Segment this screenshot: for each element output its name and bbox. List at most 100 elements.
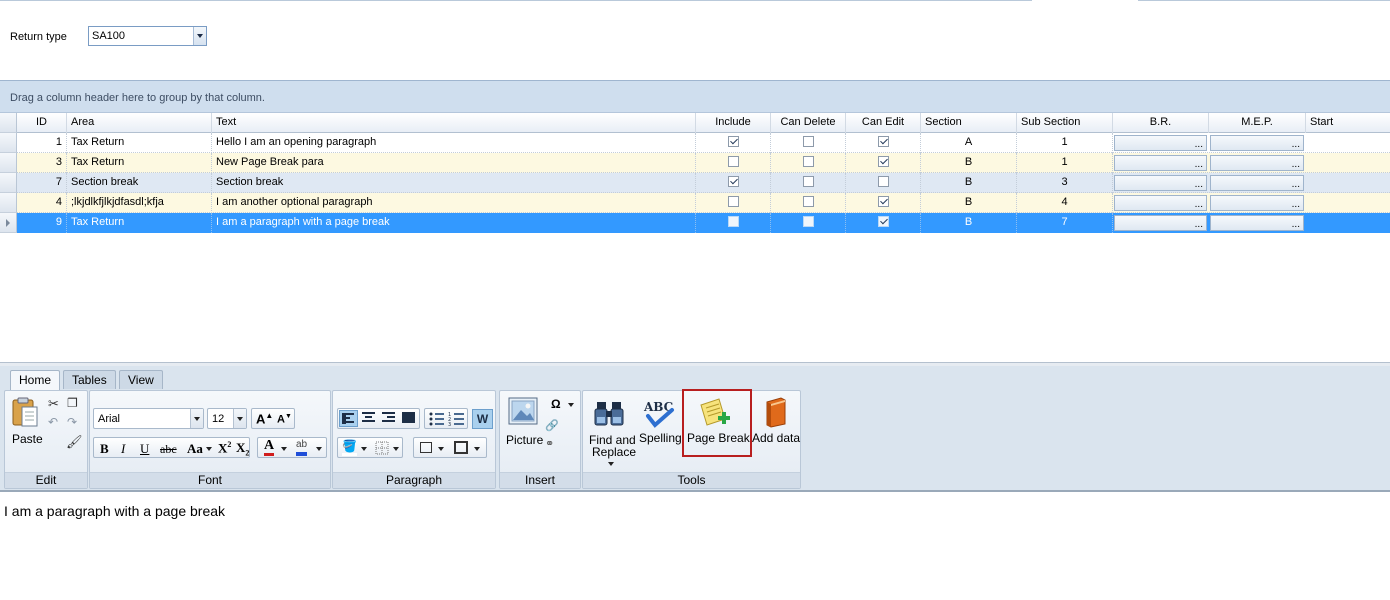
mep-ellipsis-button[interactable]: ... (1210, 195, 1304, 211)
font-size-combobox[interactable]: 12 (207, 408, 247, 429)
show-formatting-icon[interactable]: W (472, 409, 493, 429)
chevron-down-icon[interactable] (316, 447, 322, 451)
chevron-down-icon[interactable] (193, 27, 206, 45)
copy-icon[interactable]: ❐ (67, 396, 78, 410)
paste-button[interactable]: Paste (10, 396, 43, 446)
mep-ellipsis-button[interactable]: ... (1210, 155, 1304, 171)
underline-button[interactable]: U (140, 441, 149, 457)
include-checkbox[interactable] (727, 195, 739, 207)
subscript-icon[interactable]: X2 (236, 440, 249, 458)
column-header-text[interactable]: Text (212, 113, 696, 133)
can-delete-checkbox[interactable] (802, 135, 814, 147)
column-header-can-edit[interactable]: Can Edit (846, 113, 921, 133)
table-row[interactable]: 3 Tax Return New Page Break para B 1 ...… (0, 153, 1390, 173)
can-edit-checkbox[interactable] (877, 175, 889, 187)
br-ellipsis-button[interactable]: ... (1114, 175, 1207, 191)
group-by-panel[interactable]: Drag a column header here to group by th… (0, 80, 1390, 113)
redo-icon[interactable]: ↷ (67, 415, 77, 429)
hyperlink-icon[interactable]: 🔗 (545, 419, 559, 432)
column-header-sub-section[interactable]: Sub Section (1017, 113, 1113, 133)
spelling-button[interactable]: ABC Spelling (637, 396, 682, 451)
align-center-icon[interactable] (360, 410, 379, 427)
chevron-down-icon[interactable] (233, 409, 246, 428)
can-delete-checkbox[interactable] (802, 215, 814, 227)
cut-icon[interactable]: ✂ (48, 396, 59, 412)
mep-ellipsis-button[interactable]: ... (1210, 215, 1304, 231)
cell-section[interactable]: B (921, 193, 1017, 213)
row-indicator[interactable] (0, 133, 17, 153)
find-and-replace-button[interactable]: Find and Replace (586, 396, 636, 474)
borders-icon[interactable] (375, 441, 389, 458)
can-delete-checkbox[interactable] (802, 155, 814, 167)
cell-text[interactable]: I am a paragraph with a page break (212, 213, 696, 233)
include-checkbox[interactable] (727, 215, 739, 227)
chevron-down-icon[interactable] (474, 447, 480, 451)
cell-section[interactable]: A (921, 133, 1017, 153)
chevron-down-icon[interactable] (393, 447, 399, 451)
cell-area[interactable]: Tax Return (67, 213, 212, 233)
font-color-icon[interactable]: A (264, 438, 275, 456)
chevron-down-icon[interactable] (438, 447, 444, 451)
strikethrough-button[interactable]: abc (160, 442, 177, 457)
br-ellipsis-button[interactable]: ... (1114, 195, 1207, 211)
cell-section[interactable]: B (921, 213, 1017, 233)
symbol-icon[interactable]: Ω (551, 397, 561, 411)
table-row[interactable]: 1 Tax Return Hello I am an opening parag… (0, 133, 1390, 153)
table-row[interactable]: 7 Section break Section break B 3 ... ..… (0, 173, 1390, 193)
shrink-font-icon[interactable]: A▼ (277, 413, 292, 426)
mep-ellipsis-button[interactable]: ... (1210, 135, 1304, 151)
align-justify-icon[interactable] (400, 410, 419, 427)
cell-text[interactable]: I am another optional paragraph (212, 193, 696, 213)
row-indicator[interactable] (0, 153, 17, 173)
rich-text-editor[interactable]: I am a paragraph with a page break (0, 493, 1390, 600)
row-indicator[interactable] (0, 173, 17, 193)
mep-ellipsis-button[interactable]: ... (1210, 175, 1304, 191)
format-painter-icon[interactable]: 🖌 (66, 434, 83, 450)
superscript-icon[interactable]: X2 (218, 440, 231, 456)
shading-icon[interactable]: 🪣 (342, 439, 357, 456)
column-header-include[interactable]: Include (696, 113, 771, 133)
column-header-area[interactable]: Area (67, 113, 212, 133)
cell-section[interactable]: B (921, 153, 1017, 173)
bullet-list-icon[interactable] (428, 410, 445, 430)
cell-id[interactable]: 4 (17, 193, 67, 213)
grow-font-icon[interactable]: A▲ (256, 411, 273, 426)
can-delete-checkbox[interactable] (802, 195, 814, 207)
return-type-combobox[interactable]: SA100 (88, 26, 207, 46)
picture-button[interactable]: Picture (504, 396, 543, 451)
can-edit-checkbox[interactable] (877, 215, 889, 227)
cell-id[interactable]: 1 (17, 133, 67, 153)
table-row[interactable]: 4 ;lkjdlkfjlkjdfasdl;kfja I am another o… (0, 193, 1390, 213)
tab-tables[interactable]: Tables (63, 370, 116, 389)
editor-content[interactable]: I am a paragraph with a page break (4, 503, 225, 519)
change-case-button[interactable]: Aa (187, 441, 203, 457)
add-data-button[interactable]: Add data (751, 396, 800, 451)
cell-start[interactable] (1306, 133, 1390, 153)
highlight-color-icon[interactable]: ab (296, 438, 308, 456)
row-indicator-current[interactable] (0, 213, 17, 233)
frame-icon[interactable] (420, 442, 432, 453)
cell-text[interactable]: New Page Break para (212, 153, 696, 173)
cell-sub-section[interactable]: 1 (1017, 153, 1113, 173)
column-header-section[interactable]: Section (921, 113, 1017, 133)
align-right-icon[interactable] (380, 410, 399, 427)
can-edit-checkbox[interactable] (877, 135, 889, 147)
align-left-icon[interactable] (339, 410, 358, 427)
chevron-down-icon[interactable] (281, 447, 287, 451)
bookmark-icon[interactable]: ⚭ (545, 437, 554, 450)
column-header-mep[interactable]: M.E.P. (1209, 113, 1306, 133)
numbered-list-icon[interactable]: 123 (448, 410, 465, 430)
cell-sub-section[interactable]: 7 (1017, 213, 1113, 233)
cell-start[interactable] (1306, 213, 1390, 233)
chevron-down-icon[interactable] (206, 447, 212, 451)
chevron-down-icon[interactable] (608, 462, 614, 466)
cell-area[interactable]: Tax Return (67, 133, 212, 153)
undo-icon[interactable]: ↶ (48, 415, 58, 429)
column-header-start[interactable]: Start (1306, 113, 1390, 133)
include-checkbox[interactable] (727, 175, 739, 187)
can-edit-checkbox[interactable] (877, 155, 889, 167)
cell-text[interactable]: Section break (212, 173, 696, 193)
cell-id[interactable]: 7 (17, 173, 67, 193)
cell-text[interactable]: Hello I am an opening paragraph (212, 133, 696, 153)
box-border-icon[interactable] (454, 441, 468, 454)
